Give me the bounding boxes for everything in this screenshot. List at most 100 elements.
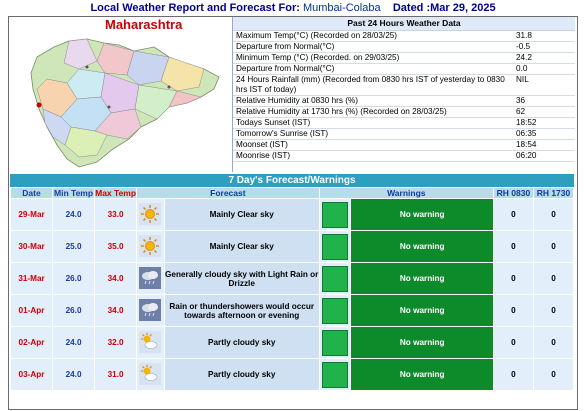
report-date: Dated :Mar 29, 2025: [392, 2, 496, 14]
forecast-text: Partly cloudy sky: [164, 359, 319, 390]
forecast-date: 30-Mar: [11, 231, 53, 262]
warning-text: No warning: [351, 231, 493, 262]
past-24h-row: Moonset (IST) 18:54: [233, 140, 575, 151]
col-warnings: Warnings: [319, 188, 493, 198]
past-24h-label: 24 Hours Rainfall (mm) (Recorded from 08…: [236, 75, 505, 94]
warning-color-indicator: [319, 295, 351, 326]
forecast-max-temp: 32.0: [95, 327, 137, 358]
forecast-date: 29-Mar: [11, 199, 53, 230]
forecast-date: 03-Apr: [11, 359, 53, 390]
past-24h-row: Todays Sunset (IST) 18:52: [233, 118, 575, 129]
rh-0830-value: 0: [493, 295, 533, 326]
past-24h-label: Relative Humidity at 0830 hrs (%): [236, 96, 358, 105]
col-date: Date: [11, 188, 53, 198]
rh-0830-value: 0: [493, 231, 533, 262]
rh-1730-value: 0: [533, 263, 573, 294]
location-name: Mumbai-Colaba: [302, 2, 381, 14]
warning-color-indicator: [319, 359, 351, 390]
rh-0830-value: 0: [493, 199, 533, 230]
past-24h-value: -0.5: [516, 42, 531, 51]
col-rh-0830: RH 0830: [493, 188, 533, 198]
forecast-min-temp: 24.0: [53, 327, 95, 358]
past-24h-heading: Past 24 Hours Weather Data: [233, 17, 575, 31]
rh-1730-value: 0: [533, 199, 573, 230]
past-24h-value: 31.8: [516, 31, 532, 40]
forecast-row: 30-Mar 25.0 35.0 Mainly Clear sky No warning…: [11, 231, 573, 262]
rh-0830-value: 0: [493, 359, 533, 390]
warning-text: No warning: [351, 359, 493, 390]
forecast-row: 03-Apr 24.0 31.0 Partly cloudy sky No warnin…: [11, 359, 573, 390]
forecast-row: 31-Mar 26.0 34.0 Generally cloudy sky with …: [11, 263, 573, 294]
past-24h-row: Minimum Temp (°C) (Recorded. on 29/03/25…: [233, 53, 575, 64]
past-24h-label: Maximum Temp(°C) (Recorded on 28/03/25): [236, 31, 398, 40]
warning-text: No warning: [351, 327, 493, 358]
warning-color-indicator: [319, 231, 351, 262]
forecast-text: Mainly Clear sky: [164, 199, 319, 230]
past-24h-panel: Past 24 Hours Weather Data Maximum Temp(…: [233, 17, 575, 172]
forecast-date: 02-Apr: [11, 327, 53, 358]
rh-1730-value: 0: [533, 295, 573, 326]
forecast-max-temp: 33.0: [95, 199, 137, 230]
past-24h-label: Relative Humidity at 1730 hrs (%) (Recor…: [236, 107, 447, 116]
past-24h-row: Tomorrow's Sunrise (IST) 06:35: [233, 129, 575, 140]
past-24h-label: Departure from Normal(°C): [236, 64, 335, 73]
rh-0830-value: 0: [493, 263, 533, 294]
forecast-text: Rain or thundershowers would occur towar…: [164, 295, 319, 326]
rh-0830-value: 0: [493, 327, 533, 358]
warning-text: No warning: [351, 263, 493, 294]
forecast-min-temp: 24.0: [53, 359, 95, 390]
past-24h-label: Minimum Temp (°C) (Recorded. on 29/03/25…: [236, 53, 400, 62]
rh-1730-value: 0: [533, 359, 573, 390]
past-24h-value: 62: [516, 107, 526, 116]
past-24h-label: Todays Sunset (IST): [236, 118, 311, 127]
past-24h-value: 24.2: [516, 53, 532, 62]
warning-color-indicator: [319, 327, 351, 358]
forecast-max-temp: 35.0: [95, 231, 137, 262]
col-min-temp: Min Temp: [53, 188, 95, 198]
page-title: Local Weather Report and Forecast For: M…: [0, 2, 586, 14]
forecast-min-temp: 24.0: [53, 199, 95, 230]
past-24h-value: 36: [516, 96, 526, 105]
past-24h-row: Relative Humidity at 0830 hrs (%) 36: [233, 96, 575, 107]
forecast-min-temp: 26.0: [53, 263, 95, 294]
forecast-date: 01-Apr: [11, 295, 53, 326]
forecast-section: 7 Day's Forecast/Warnings Date Min Temp …: [10, 174, 574, 406]
past-24h-row: Relative Humidity at 1730 hrs (%) (Recor…: [233, 107, 575, 118]
col-rh-1730: RH 1730: [533, 188, 573, 198]
cloud-rain-icon: [137, 263, 164, 294]
warning-text: No warning: [351, 199, 493, 230]
past-24h-label: Moonrise (IST): [236, 151, 291, 160]
forecast-max-temp: 34.0: [95, 263, 137, 294]
mumbai-marker: [36, 102, 42, 108]
forecast-max-temp: 34.0: [95, 295, 137, 326]
forecast-text: Partly cloudy sky: [164, 327, 319, 358]
forecast-title: 7 Day's Forecast/Warnings: [10, 174, 574, 187]
warning-text: No warning: [351, 295, 493, 326]
warning-color-indicator: [319, 199, 351, 230]
forecast-max-temp: 31.0: [95, 359, 137, 390]
forecast-text: Generally cloudy sky with Light Rain or …: [164, 263, 319, 294]
past-24h-value: 0.0: [516, 64, 528, 73]
rh-1730-value: 0: [533, 327, 573, 358]
forecast-row: 01-Apr 26.0 34.0 Rain or thundershowers wou…: [11, 295, 573, 326]
past-24h-value: 06:20: [516, 151, 537, 160]
partly-cloudy-icon: [137, 359, 164, 390]
sun-icon: [137, 199, 164, 230]
col-max-temp: Max Temp: [95, 188, 137, 198]
maharashtra-map-image[interactable]: [9, 17, 231, 172]
past-24h-value: 18:54: [516, 140, 537, 149]
forecast-text: Mainly Clear sky: [164, 231, 319, 262]
past-24h-label: Departure from Normal(°C): [236, 42, 335, 51]
forecast-date: 31-Mar: [11, 263, 53, 294]
past-24h-row: Departure from Normal(°C) 0.0: [233, 64, 575, 75]
past-24h-row: Departure from Normal(°C) -0.5: [233, 42, 575, 53]
forecast-row: 02-Apr 24.0 32.0 Partly cloudy sky No warnin…: [11, 327, 573, 358]
col-forecast: Forecast: [137, 188, 319, 198]
partly-cloudy-icon: [137, 327, 164, 358]
warning-color-indicator: [319, 263, 351, 294]
past-24h-row: Moonrise (IST) 06:20: [233, 151, 575, 162]
past-24h-value: 18:52: [516, 118, 537, 127]
cloud-rain-icon: [137, 295, 164, 326]
forecast-min-temp: 25.0: [53, 231, 95, 262]
rh-1730-value: 0: [533, 231, 573, 262]
